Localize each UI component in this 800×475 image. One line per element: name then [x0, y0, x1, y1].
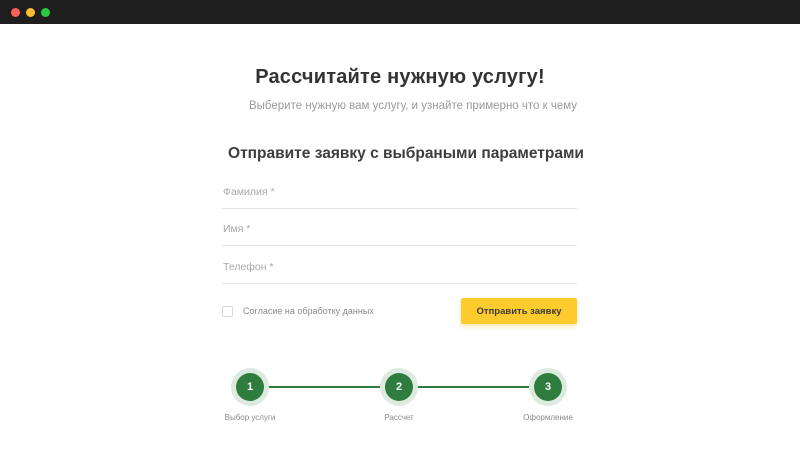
step-1-label: Выбор услуги: [224, 413, 276, 422]
page-title: Рассчитайте нужную услугу!: [255, 66, 545, 88]
consent-row[interactable]: Согласие на обработку данных: [222, 305, 374, 317]
step-3-label: Оформление: [523, 413, 573, 422]
step-2-indicator[interactable]: 2: [380, 368, 418, 406]
form-heading: Отправите заявку с выбраными параметрами: [228, 145, 584, 162]
minimize-window-button[interactable]: [26, 8, 35, 17]
name-field-wrapper: [222, 218, 577, 246]
step-1-indicator[interactable]: 1: [231, 368, 269, 406]
step-3-indicator[interactable]: 3: [529, 368, 567, 406]
submit-request-button[interactable]: Отправить заявку: [461, 298, 577, 324]
surname-field-wrapper: [222, 181, 577, 209]
maximize-window-button[interactable]: [41, 8, 50, 17]
consent-label: Согласие на обработку данных: [243, 306, 374, 316]
phone-input[interactable]: [222, 256, 577, 283]
step-2-label: Рассчет: [384, 413, 414, 422]
step-3-number: 3: [534, 373, 562, 401]
page-content: Рассчитайте нужную услугу! Выберите нужн…: [0, 24, 800, 475]
close-window-button[interactable]: [11, 8, 20, 17]
step-2-number: 2: [385, 373, 413, 401]
name-input[interactable]: [222, 218, 577, 245]
window-titlebar: [0, 0, 800, 24]
step-1-number: 1: [236, 373, 264, 401]
consent-checkbox[interactable]: [222, 305, 233, 317]
surname-input[interactable]: [222, 181, 577, 208]
phone-field-wrapper: [222, 256, 577, 284]
page-subtitle: Выберите нужную вам услугу, и узнайте пр…: [248, 100, 578, 112]
